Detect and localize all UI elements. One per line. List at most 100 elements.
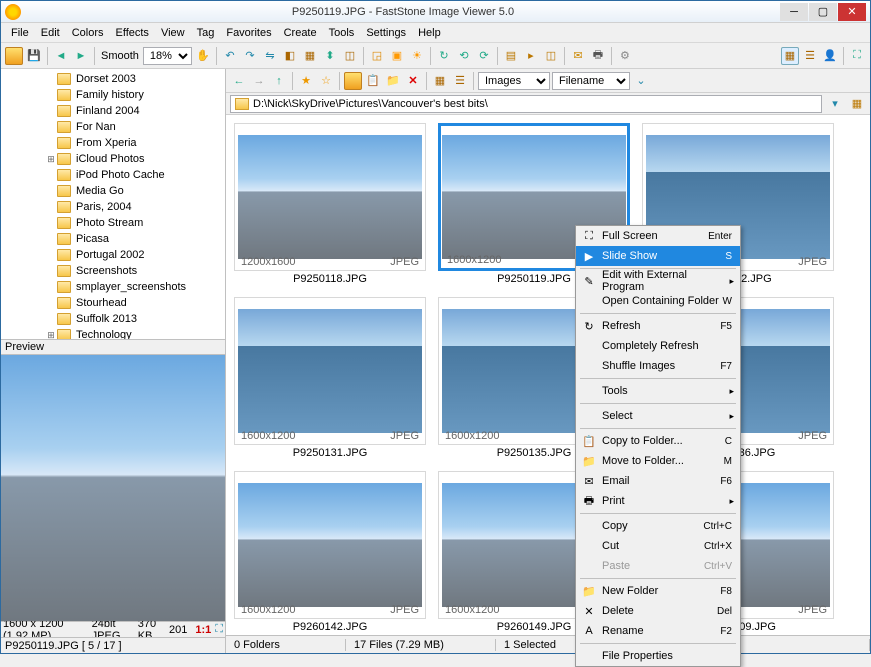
flip-h-icon[interactable]: ⇋	[261, 47, 279, 65]
tree-item[interactable]: For Nan	[3, 119, 223, 135]
tree-expander-icon[interactable]: ⊞	[45, 330, 57, 340]
brightness-icon[interactable]: ☀	[408, 47, 426, 65]
sort-select[interactable]: Filename	[552, 72, 630, 90]
context-item-delete[interactable]: ✕DeleteDel	[576, 601, 740, 621]
view-large-icon[interactable]: ▦	[431, 72, 449, 90]
context-item-slide-show[interactable]: ▶Slide ShowS	[576, 246, 740, 266]
tree-item[interactable]: Paris, 2004	[3, 199, 223, 215]
calendar-icon[interactable]: ▦	[848, 95, 866, 113]
menu-tag[interactable]: Tag	[191, 25, 221, 41]
refresh-icon[interactable]: ↻	[435, 47, 453, 65]
canvas-icon[interactable]: ▣	[388, 47, 406, 65]
context-item-file-properties[interactable]: File Properties	[576, 646, 740, 666]
thumbnail[interactable]: 1600x1200JPEGP9250131.JPG	[234, 297, 426, 459]
print-icon[interactable]: 🖶	[589, 47, 607, 65]
tree-expander-icon[interactable]: ⊞	[45, 154, 57, 165]
undo-icon[interactable]: ⟲	[455, 47, 473, 65]
slideshow-icon[interactable]: ▸	[522, 47, 540, 65]
context-item-completely-refresh[interactable]: Completely Refresh	[576, 336, 740, 356]
hand-icon[interactable]: ✋	[194, 47, 212, 65]
tree-item[interactable]: Photo Stream	[3, 215, 223, 231]
path-input[interactable]: D:\Nick\SkyDrive\Pictures\Vancouver's be…	[230, 95, 822, 113]
moveto-icon[interactable]: 📁	[384, 72, 402, 90]
compare-icon[interactable]: ◫	[542, 47, 560, 65]
tree-item[interactable]: Suffolk 2013	[3, 311, 223, 327]
sort-dir-icon[interactable]: ⌄	[632, 72, 650, 90]
tree-item[interactable]: Family history	[3, 87, 223, 103]
menu-colors[interactable]: Colors	[66, 25, 110, 41]
context-item-copy-to-folder[interactable]: 📋Copy to Folder...C	[576, 431, 740, 451]
nav-fwd-icon[interactable]: →	[250, 72, 268, 90]
newfolder-icon[interactable]	[344, 72, 362, 90]
copyto-icon[interactable]: 📋	[364, 72, 382, 90]
minimize-button[interactable]: ─	[780, 3, 808, 21]
tree-item[interactable]: From Xperia	[3, 135, 223, 151]
fav-icon[interactable]: ☆	[317, 72, 335, 90]
context-item-move-to-folder[interactable]: 📁Move to Folder...M	[576, 451, 740, 471]
contact-sheet-icon[interactable]: ▤	[502, 47, 520, 65]
menu-settings[interactable]: Settings	[360, 25, 412, 41]
context-item-copy[interactable]: CopyCtrl+C	[576, 516, 740, 536]
context-item-tools[interactable]: Tools▸	[576, 381, 740, 401]
menu-view[interactable]: View	[155, 25, 191, 41]
crop-icon[interactable]: ◫	[341, 47, 359, 65]
menu-file[interactable]: File	[5, 25, 35, 41]
preview-fit-icon[interactable]: ⛶	[215, 623, 223, 636]
close-button[interactable]: ✕	[838, 3, 866, 21]
view-thumbs-icon[interactable]: ▦	[781, 47, 799, 65]
zoom-select[interactable]: 18%	[143, 47, 192, 65]
tree-item[interactable]: Finland 2004	[3, 103, 223, 119]
tool-c-icon[interactable]: ⬍	[321, 47, 339, 65]
thumbnail[interactable]: 1600x1200JPEGP9260142.JPG	[234, 471, 426, 633]
tree-item[interactable]: Picasa	[3, 231, 223, 247]
context-item-full-screen[interactable]: ⛶Full ScreenEnter	[576, 226, 740, 246]
tree-item[interactable]: ⊞iCloud Photos	[3, 151, 223, 167]
context-item-refresh[interactable]: ↻RefreshF5	[576, 316, 740, 336]
tree-item[interactable]: Stourhead	[3, 295, 223, 311]
context-item-email[interactable]: ✉EmailF6	[576, 471, 740, 491]
tree-item[interactable]: Portugal 2002	[3, 247, 223, 263]
tool-b-icon[interactable]: ▦	[301, 47, 319, 65]
settings-icon[interactable]: ⚙	[616, 47, 634, 65]
context-item-rename[interactable]: ARenameF2	[576, 621, 740, 641]
context-item-print[interactable]: 🖶Print▸	[576, 491, 740, 511]
menu-tools[interactable]: Tools	[323, 25, 361, 41]
context-item-open-containing-folder[interactable]: Open Containing FolderW	[576, 291, 740, 311]
context-menu[interactable]: ⛶Full ScreenEnter▶Slide ShowS ✎Edit with …	[575, 225, 741, 667]
nav-up-icon[interactable]: ↑	[270, 72, 288, 90]
menu-help[interactable]: Help	[412, 25, 447, 41]
menu-favorites[interactable]: Favorites	[220, 25, 277, 41]
tree-item[interactable]: iPod Photo Cache	[3, 167, 223, 183]
tree-item[interactable]: Screenshots	[3, 263, 223, 279]
email-icon[interactable]: ✉	[569, 47, 587, 65]
view-user-icon[interactable]: 👤	[821, 47, 839, 65]
menu-effects[interactable]: Effects	[110, 25, 155, 41]
view-list-icon[interactable]: ☰	[451, 72, 469, 90]
rotate-right-icon[interactable]: ↷	[241, 47, 259, 65]
nav-back-icon[interactable]: ←	[230, 72, 248, 90]
fav-add-icon[interactable]: ★	[297, 72, 315, 90]
open-icon[interactable]	[5, 47, 23, 65]
maximize-button[interactable]: ▢	[809, 3, 837, 21]
delete-icon[interactable]: ✕	[404, 72, 422, 90]
tree-item[interactable]: Dorset 2003	[3, 71, 223, 87]
tree-item[interactable]: smplayer_screenshots	[3, 279, 223, 295]
tool-a-icon[interactable]: ◧	[281, 47, 299, 65]
redo-icon[interactable]: ⟳	[475, 47, 493, 65]
thumbnail[interactable]: 1200x1600JPEGP9250118.JPG	[234, 123, 426, 285]
prev-icon[interactable]: ◄	[52, 47, 70, 65]
tree-item[interactable]: ⊞Technology	[3, 327, 223, 339]
context-item-shuffle-images[interactable]: Shuffle ImagesF7	[576, 356, 740, 376]
view-details-icon[interactable]: ☰	[801, 47, 819, 65]
context-item-edit-with-external-program[interactable]: ✎Edit with External Program▸	[576, 271, 740, 291]
path-go-icon[interactable]: ▾	[826, 95, 844, 113]
filter-select[interactable]: Images	[478, 72, 550, 90]
fullscreen-icon[interactable]: ⛶	[848, 47, 866, 65]
context-item-select[interactable]: Select▸	[576, 406, 740, 426]
menu-create[interactable]: Create	[278, 25, 323, 41]
next-icon[interactable]: ►	[72, 47, 90, 65]
context-item-new-folder[interactable]: 📁New FolderF8	[576, 581, 740, 601]
resize-icon[interactable]: ◲	[368, 47, 386, 65]
menu-edit[interactable]: Edit	[35, 25, 66, 41]
tree-item[interactable]: Media Go	[3, 183, 223, 199]
